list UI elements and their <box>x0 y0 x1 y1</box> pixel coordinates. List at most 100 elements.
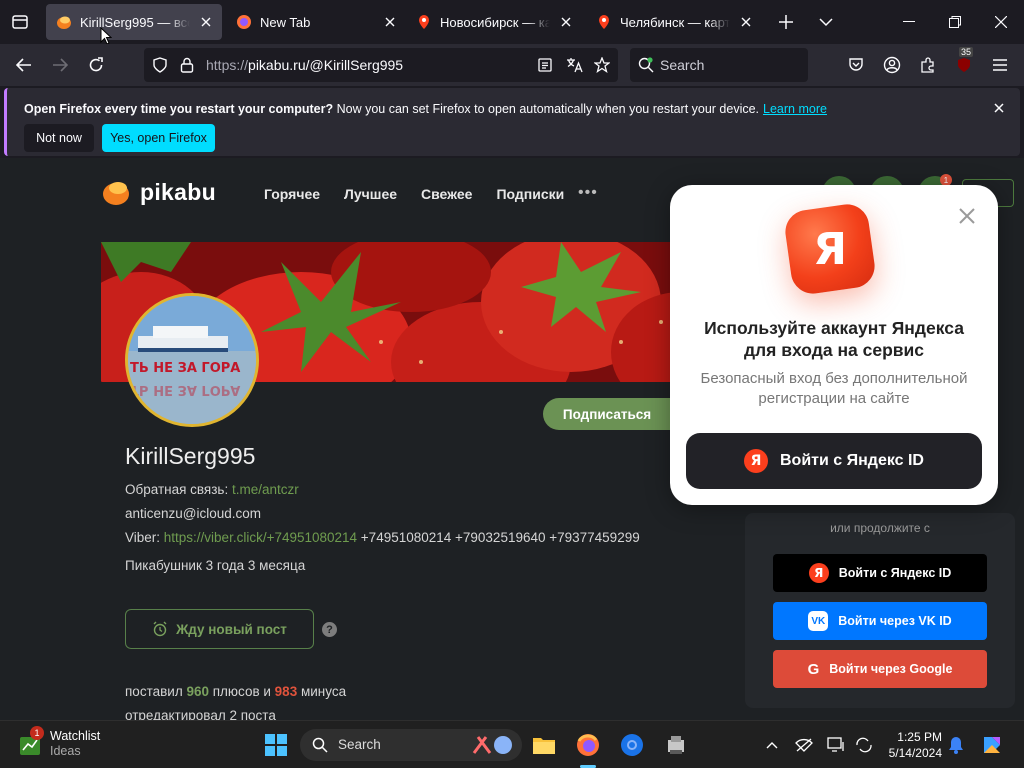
yandex-login-button[interactable]: Я Войти с Яндекс ID <box>686 433 982 489</box>
lock-icon[interactable] <box>180 57 194 73</box>
nav-hot[interactable]: Горячее <box>264 186 320 202</box>
chrome-taskbar-icon[interactable] <box>618 731 646 759</box>
yes-open-firefox-button[interactable]: Yes, open Firefox <box>102 124 215 152</box>
yandex-icon: Я <box>808 563 829 583</box>
copilot-icon[interactable] <box>978 731 1006 759</box>
edited-stats: отредактировал 2 поста <box>125 708 276 720</box>
login-yandex-button[interactable]: Я Войти с Яндекс ID <box>773 554 987 592</box>
network-disconnected-icon[interactable] <box>790 731 818 759</box>
close-window-icon[interactable] <box>978 0 1024 44</box>
telegram-link[interactable]: t.me/antczr <box>232 482 299 497</box>
windows-start-icon[interactable] <box>262 731 290 759</box>
pikabu-logo[interactable]: pikabu <box>102 178 216 206</box>
watchlist-widget-icon[interactable]: 1 <box>16 726 44 759</box>
taskbar-search-label: Search <box>338 737 381 752</box>
google-icon: G <box>807 660 820 678</box>
account-icon[interactable] <box>880 53 904 77</box>
wait-new-post-button[interactable]: Жду новый пост <box>125 609 314 649</box>
login-side-card: или продолжите с Я Войти с Яндекс ID VK … <box>745 513 1015 708</box>
nav-fresh[interactable]: Свежее <box>421 186 472 202</box>
notification-message: Open Firefox every time you restart your… <box>24 102 827 116</box>
watchlist-badge: 1 <box>30 726 44 740</box>
logo-text: pikabu <box>140 178 216 205</box>
close-notification-icon[interactable] <box>992 101 1006 115</box>
new-tab-plus-icon[interactable] <box>774 10 798 34</box>
pikabu-favicon-icon <box>57 16 71 29</box>
rating-stats: поставил 960 плюсов и 983 минуса <box>125 684 347 699</box>
minimize-window-icon[interactable] <box>886 0 932 44</box>
close-tab-icon[interactable] <box>558 14 574 30</box>
tab-novosibirsk[interactable]: Новосибирск — карта <box>406 4 582 40</box>
subscribe-button[interactable]: Подписаться <box>543 398 671 430</box>
popup-title: Используйте аккаунт Яндекса для входа на… <box>704 318 964 360</box>
tab-chelyabinsk[interactable]: Челябинск — карта, ч <box>586 4 762 40</box>
translate-icon[interactable] <box>566 57 584 73</box>
mouse-cursor-icon <box>100 27 112 45</box>
or-continue-with: или продолжите с <box>830 521 930 535</box>
login-vk-button[interactable]: VK Войти через VK ID <box>773 602 987 640</box>
vk-icon: VK <box>808 611 829 631</box>
main-nav: Горячее Лучшее Свежее Подписки <box>264 186 564 202</box>
tab-pikabu[interactable]: KirillSerg995 — все посты <box>46 4 222 40</box>
list-all-tabs-chevron-down-icon[interactable] <box>814 10 838 34</box>
sync-icon[interactable] <box>850 731 878 759</box>
email-line: anticenzu@icloud.com <box>125 506 262 521</box>
nav-best[interactable]: Лучшее <box>344 186 397 202</box>
viber-line: Viber: https://viber.click/+74951080214 … <box>125 530 640 545</box>
user-avatar[interactable]: ТЬ НЕ ЗА ГОРА ТЬ НЕ ЗА ГОРА <box>125 293 259 427</box>
search-placeholder: Search <box>660 57 705 73</box>
navigation-toolbar: https://pikabu.ru/@KirillSerg995 Search … <box>0 44 1024 86</box>
popup-subtitle: Безопасный вход без дополнительной регис… <box>700 370 968 407</box>
restore-window-icon[interactable] <box>932 0 978 44</box>
bookmark-star-icon[interactable] <box>594 57 610 73</box>
reload-icon[interactable] <box>84 53 108 77</box>
tab-title: Челябинск — карта, ч <box>620 14 730 30</box>
extensions-puzzle-icon[interactable] <box>916 53 940 77</box>
display-icon[interactable] <box>822 731 850 759</box>
address-bar[interactable]: https://pikabu.ru/@KirillSerg995 <box>144 48 618 82</box>
url-text[interactable]: https://pikabu.ru/@KirillSerg995 <box>206 57 403 73</box>
notification-bell-icon[interactable] <box>942 731 970 759</box>
search-bar[interactable]: Search <box>630 48 808 82</box>
close-popup-icon[interactable] <box>958 207 976 225</box>
windows-taskbar: 1 Watchlist Ideas Search 1:25 PM 5/14/20… <box>0 720 1024 768</box>
watchlist-widget[interactable]: Watchlist Ideas <box>50 729 100 759</box>
taskbar-search[interactable]: Search <box>300 729 522 761</box>
firefox-view-icon[interactable] <box>8 10 32 34</box>
alarm-clock-icon <box>153 621 167 637</box>
help-question-icon[interactable]: ? <box>322 622 337 637</box>
ublock-extension-icon[interactable]: 35 <box>952 47 976 77</box>
search-highlight-icon <box>472 736 512 754</box>
login-google-button[interactable]: G Войти через Google <box>773 650 987 688</box>
reader-view-icon[interactable] <box>538 58 552 72</box>
map-pin-icon <box>599 15 609 29</box>
more-nav-button[interactable]: ••• <box>578 184 598 202</box>
file-explorer-icon[interactable] <box>530 731 558 759</box>
firefox-taskbar-icon[interactable] <box>574 731 602 759</box>
nav-subscriptions[interactable]: Подписки <box>496 186 564 202</box>
close-tab-icon[interactable] <box>198 14 214 30</box>
close-tab-icon[interactable] <box>382 14 398 30</box>
pocket-icon[interactable] <box>844 53 868 77</box>
not-now-button[interactable]: Not now <box>24 124 94 152</box>
tab-title: New Tab <box>260 14 311 30</box>
tab-new-tab[interactable]: New Tab <box>226 4 406 40</box>
app-taskbar-icon[interactable] <box>662 731 690 759</box>
close-tab-icon[interactable] <box>738 14 754 30</box>
hamburger-menu-icon[interactable] <box>988 53 1012 77</box>
map-pin-icon <box>419 15 429 29</box>
tracking-shield-icon[interactable] <box>152 57 168 73</box>
yandex-logo-icon: Я <box>782 201 878 297</box>
viber-link[interactable]: https://viber.click/+74951080214 <box>164 530 357 545</box>
forward-arrow-icon[interactable] <box>48 53 72 77</box>
feedback-line: Обратная связь: t.me/antczr <box>125 482 299 497</box>
tab-strip: KirillSerg995 — все посты New Tab Новоси… <box>0 0 1024 45</box>
yandex-icon: Я <box>744 449 768 473</box>
tab-title: Новосибирск — карта <box>440 14 550 30</box>
system-clock[interactable]: 1:25 PM 5/14/2024 <box>880 729 942 761</box>
back-arrow-icon[interactable] <box>12 53 36 77</box>
avatar-ship-image: ТЬ НЕ ЗА ГОРА ТЬ НЕ ЗА ГОРА <box>128 296 256 424</box>
profile-username: KirillSerg995 <box>125 443 256 469</box>
learn-more-link[interactable]: Learn more <box>763 102 827 116</box>
show-hidden-icons-chevron-up-icon[interactable] <box>758 731 786 759</box>
